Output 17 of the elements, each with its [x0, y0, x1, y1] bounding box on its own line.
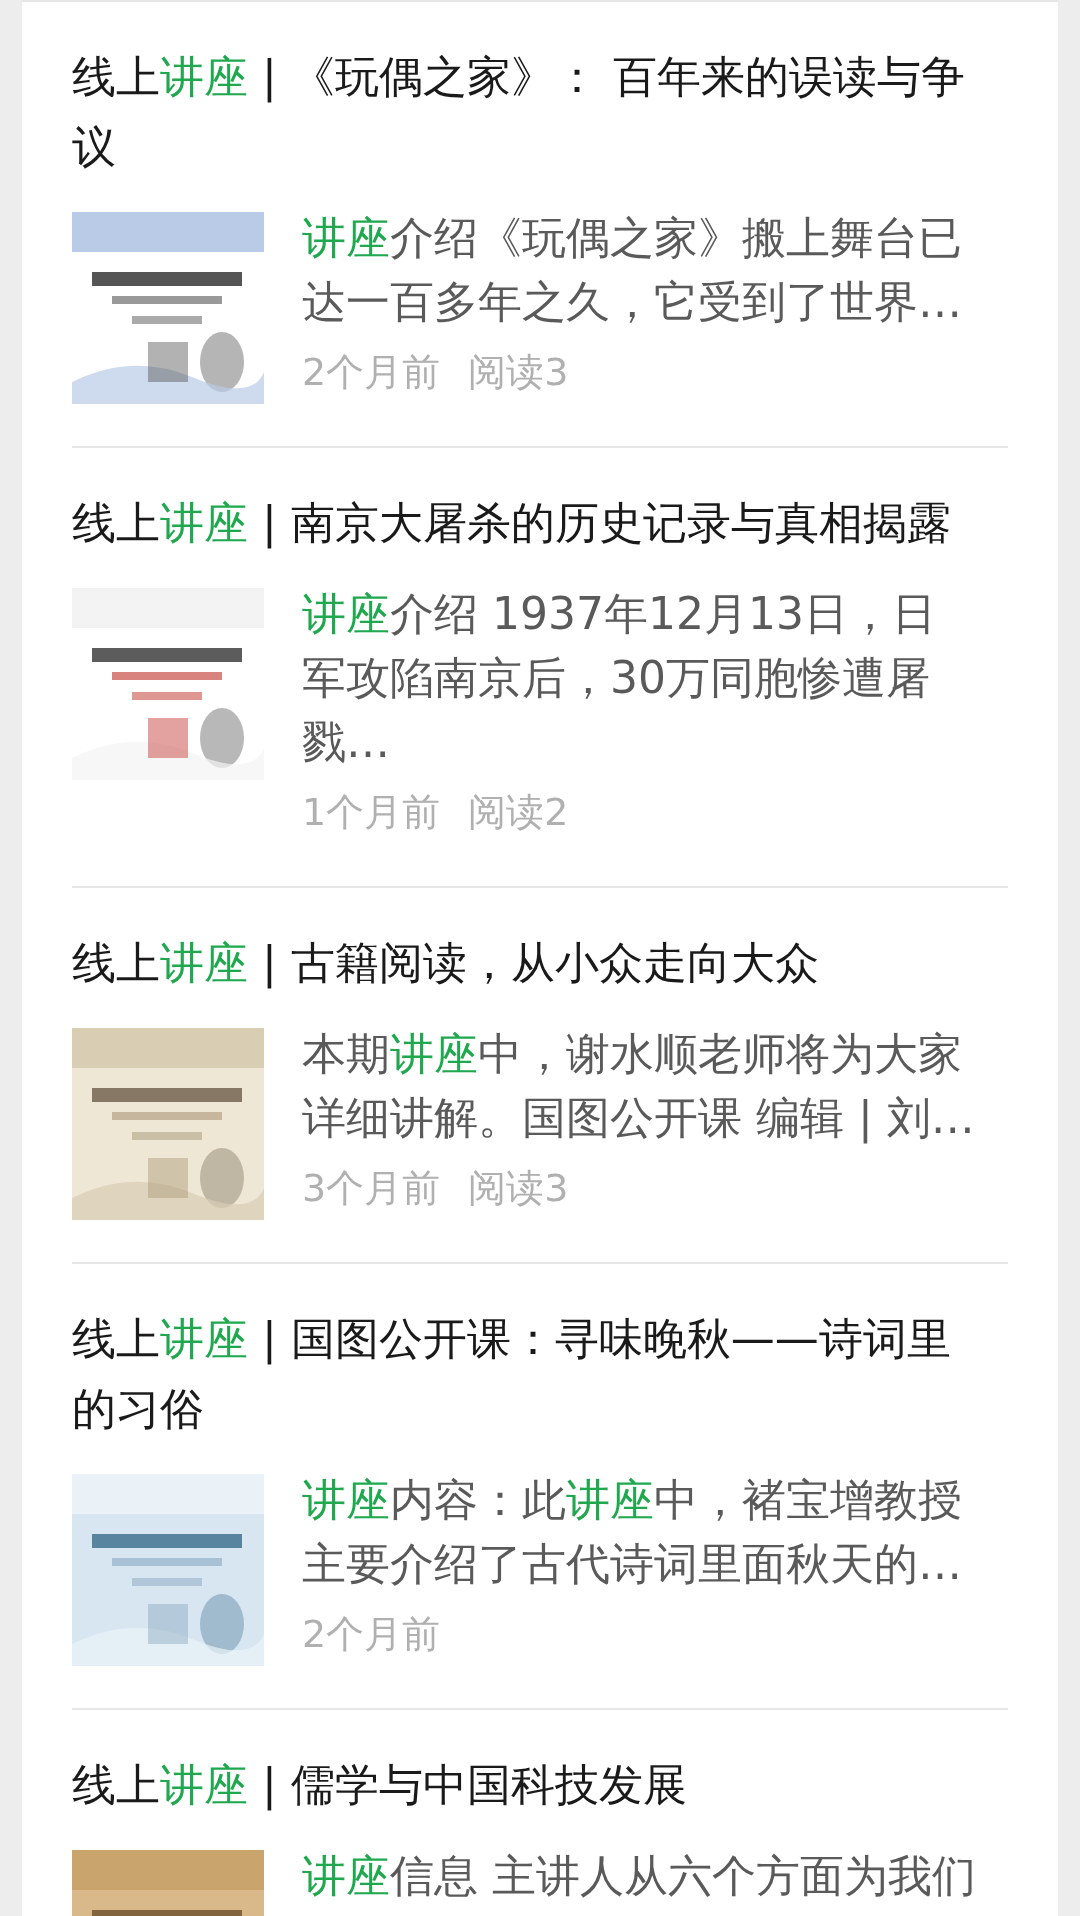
article-title[interactable]: 线上讲座 | 古籍阅读，从小众走向大众: [72, 928, 987, 998]
article-snippet: 讲座介绍《玩偶之家》搬上舞台已达一百多年之久，它受到了世界…: [302, 211, 963, 329]
read-count: 阅读2: [468, 789, 569, 836]
article-snippet: 讲座内容：此讲座中，褚宝增教授主要介绍了古代诗词里面秋天的…: [302, 1473, 963, 1591]
article-snippet: 本期讲座中，谢水顺老师将为大家详细讲解。国图公开课 编辑 | 刘…: [302, 1027, 976, 1146]
post-time: 3个月前: [302, 1165, 441, 1212]
read-count: 阅读3: [468, 349, 569, 396]
post-time: 2个月前: [302, 1611, 441, 1658]
post-time: 1个月前: [302, 789, 441, 836]
post-time: 2个月前: [302, 349, 441, 396]
article-title[interactable]: 线上讲座 | 国图公开课：寻味晚秋——诗词里的习俗: [72, 1304, 987, 1444]
article-title[interactable]: 线上讲座 | 《玩偶之家》： 百年来的误读与争议: [72, 42, 987, 182]
article-snippet: 讲座介绍 1937年12月13日，日军攻陷南京后，30万同胞惨遭屠戮…: [302, 587, 937, 769]
read-count: 阅读3: [468, 1165, 569, 1212]
article-title[interactable]: 线上讲座 | 南京大屠杀的历史记录与真相揭露: [72, 488, 987, 558]
article-snippet: 讲座信息 主讲人从六个方面为我们: [302, 1849, 977, 1903]
article-title[interactable]: 线上讲座 | 儒学与中国科技发展: [72, 1750, 987, 1820]
